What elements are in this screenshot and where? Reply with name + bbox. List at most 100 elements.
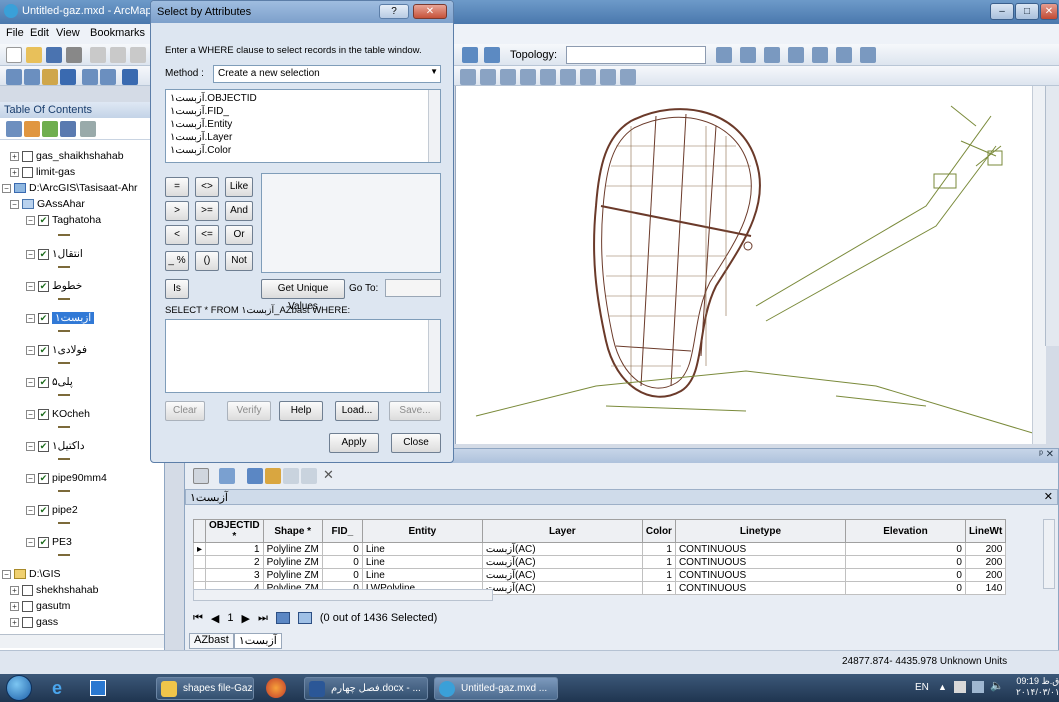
taskbar-explorer[interactable]: shapes file-Gaz bbox=[156, 677, 254, 700]
print-icon[interactable] bbox=[66, 47, 82, 63]
operator-not-button[interactable]: Not bbox=[225, 251, 253, 271]
column-header[interactable]: FID_ bbox=[321, 519, 363, 543]
table-vertical-scrollbar[interactable] bbox=[1043, 519, 1055, 589]
copy-icon[interactable] bbox=[110, 47, 126, 63]
layer-checkbox[interactable] bbox=[22, 616, 33, 628]
pin-close-icon[interactable]: ᵖ ✕ bbox=[1039, 449, 1054, 460]
field-item[interactable]: آزبست۱.Layer bbox=[170, 131, 436, 144]
toc-layer-ductile[interactable]: − ✔ داكتيل۱ bbox=[26, 440, 85, 452]
table-cell[interactable]: 0 bbox=[844, 555, 966, 569]
list-by-source-icon[interactable] bbox=[24, 121, 40, 137]
table-cell[interactable]: Line bbox=[361, 542, 483, 556]
close-icon[interactable]: ✕ bbox=[413, 4, 447, 19]
field-list-scrollbar[interactable] bbox=[428, 90, 440, 162]
new-document-icon[interactable] bbox=[6, 47, 22, 63]
rotate-icon[interactable] bbox=[580, 69, 596, 85]
column-header[interactable]: Entity bbox=[361, 519, 483, 543]
tab-azbast-fa[interactable]: آزبست۱ bbox=[233, 633, 282, 649]
operator-greater-equal-button[interactable]: >= bbox=[195, 201, 219, 221]
toc-layer-azbast[interactable]: − ✔ آزبست۱ bbox=[26, 312, 95, 324]
unique-values-list[interactable] bbox=[261, 173, 441, 273]
firefox-icon[interactable] bbox=[266, 678, 286, 698]
field-item[interactable]: آزبست۱.OBJECTID bbox=[170, 92, 436, 105]
table-row[interactable]: 2 Polyline ZM 0 Line آزبست(AC) 1 CONTINU… bbox=[192, 555, 1007, 569]
first-record-icon[interactable]: ⏮ bbox=[193, 612, 203, 625]
fixed-zoom-in-icon[interactable] bbox=[82, 69, 98, 85]
clear-selection-icon[interactable] bbox=[283, 468, 299, 484]
table-cell[interactable]: Line bbox=[361, 555, 483, 569]
toc-group-gassahar[interactable]: − GAssAhar bbox=[10, 198, 85, 210]
start-button-icon[interactable] bbox=[6, 675, 32, 701]
paste-icon[interactable] bbox=[130, 47, 146, 63]
pan-icon[interactable] bbox=[42, 69, 58, 85]
end-point-arc-icon[interactable] bbox=[520, 69, 536, 85]
toc-layer-limit-gas[interactable]: + limit-gas bbox=[10, 166, 75, 178]
table-cell[interactable]: Polyline ZM bbox=[262, 542, 323, 556]
where-clause-textarea[interactable] bbox=[165, 319, 441, 393]
toc-layer-kocheh[interactable]: − ✔ KOcheh bbox=[26, 408, 90, 420]
layer-checkbox[interactable]: ✔ bbox=[38, 376, 49, 388]
column-header[interactable]: LineWt bbox=[964, 519, 1007, 543]
help-button[interactable]: Help bbox=[279, 401, 323, 421]
operator-less-equal-button[interactable]: <= bbox=[195, 225, 219, 245]
toc-layer-gasutm[interactable]: + gasutm bbox=[10, 600, 70, 612]
table-cell[interactable]: 0 bbox=[844, 568, 966, 582]
table-cell[interactable]: Line bbox=[361, 568, 483, 582]
menu-edit[interactable]: Edit bbox=[30, 27, 49, 39]
layer-checkbox[interactable]: ✔ bbox=[38, 504, 49, 516]
where-clause-scrollbar[interactable] bbox=[428, 320, 440, 392]
error-inspector-icon[interactable] bbox=[812, 47, 828, 63]
column-header[interactable]: Elevation bbox=[844, 519, 966, 543]
expand-icon[interactable]: + bbox=[10, 167, 19, 177]
table-cell[interactable]: Polyline ZM bbox=[262, 568, 323, 582]
menu-view[interactable]: View bbox=[56, 27, 80, 39]
collapse-icon[interactable]: − bbox=[26, 281, 35, 291]
current-record[interactable]: 1 bbox=[227, 612, 233, 624]
table-cell[interactable]: 200 bbox=[964, 542, 1007, 556]
column-header[interactable]: Shape * bbox=[262, 519, 323, 543]
trace-icon[interactable] bbox=[540, 69, 556, 85]
table-cell[interactable]: آزبست(AC) bbox=[481, 581, 643, 595]
map-vertical-scrollbar[interactable] bbox=[1032, 86, 1046, 444]
expand-icon[interactable]: + bbox=[10, 585, 19, 595]
switch-selection-icon[interactable] bbox=[265, 468, 281, 484]
collapse-icon[interactable]: − bbox=[26, 345, 35, 355]
collapse-icon[interactable]: − bbox=[26, 313, 35, 323]
show-hidden-icons[interactable]: ▲ bbox=[938, 682, 947, 692]
toc-layer-fooladi[interactable]: − ✔ فولادی۱ bbox=[26, 344, 87, 356]
operator-and-button[interactable]: And bbox=[225, 201, 253, 221]
goto-input[interactable] bbox=[385, 279, 441, 297]
shared-features-icon[interactable] bbox=[860, 47, 876, 63]
network-icon[interactable] bbox=[972, 681, 984, 693]
field-item[interactable]: آزبست۱.Entity bbox=[170, 118, 436, 131]
table-cell[interactable]: 1 bbox=[641, 555, 676, 569]
list-by-drawing-order-icon[interactable] bbox=[6, 121, 22, 137]
fix-topology-icon[interactable] bbox=[788, 47, 804, 63]
row-selector[interactable]: ▸ bbox=[192, 542, 207, 556]
collapse-icon[interactable]: − bbox=[26, 377, 35, 387]
toc-horizontal-scrollbar[interactable] bbox=[0, 634, 164, 648]
previous-record-icon[interactable]: ◀ bbox=[211, 612, 219, 625]
validate-icon[interactable] bbox=[764, 47, 780, 63]
toc-layer-pipe2[interactable]: − ✔ pipe2 bbox=[26, 504, 78, 516]
table-options-icon[interactable] bbox=[193, 468, 209, 484]
maximize-button[interactable]: □ bbox=[1015, 3, 1039, 20]
table-cell[interactable]: آزبست(AC) bbox=[481, 555, 643, 569]
table-cell[interactable]: CONTINUOUS bbox=[674, 568, 846, 582]
row-selector[interactable] bbox=[192, 555, 207, 569]
layer-checkbox[interactable]: ✔ bbox=[38, 408, 49, 420]
chevron-down-icon[interactable]: ▼ bbox=[430, 67, 438, 76]
save-icon[interactable] bbox=[46, 47, 62, 63]
zoom-out-icon[interactable] bbox=[24, 69, 40, 85]
close-table-icon[interactable]: ✕ bbox=[1044, 490, 1053, 503]
collapse-icon[interactable]: − bbox=[26, 505, 35, 515]
column-header[interactable]: Layer bbox=[481, 519, 643, 543]
apply-button[interactable]: Apply bbox=[329, 433, 379, 453]
taskbar-word[interactable]: فصل چهارم.docx - ... bbox=[304, 677, 428, 700]
operator-less-button[interactable]: < bbox=[165, 225, 189, 245]
toc-layer-gas-shaikhshahab[interactable]: + gas_shaikhshahab bbox=[10, 150, 124, 162]
toc-layer-khotoot[interactable]: − ✔ خطوط bbox=[26, 280, 82, 292]
taskbar-arcmap[interactable]: Untitled-gaz.mxd ... bbox=[434, 677, 558, 700]
toc-layer-shekhshahab[interactable]: + shekhshahab bbox=[10, 584, 98, 596]
toc-layer-pipe90mm4[interactable]: − ✔ pipe90mm4 bbox=[26, 472, 107, 484]
